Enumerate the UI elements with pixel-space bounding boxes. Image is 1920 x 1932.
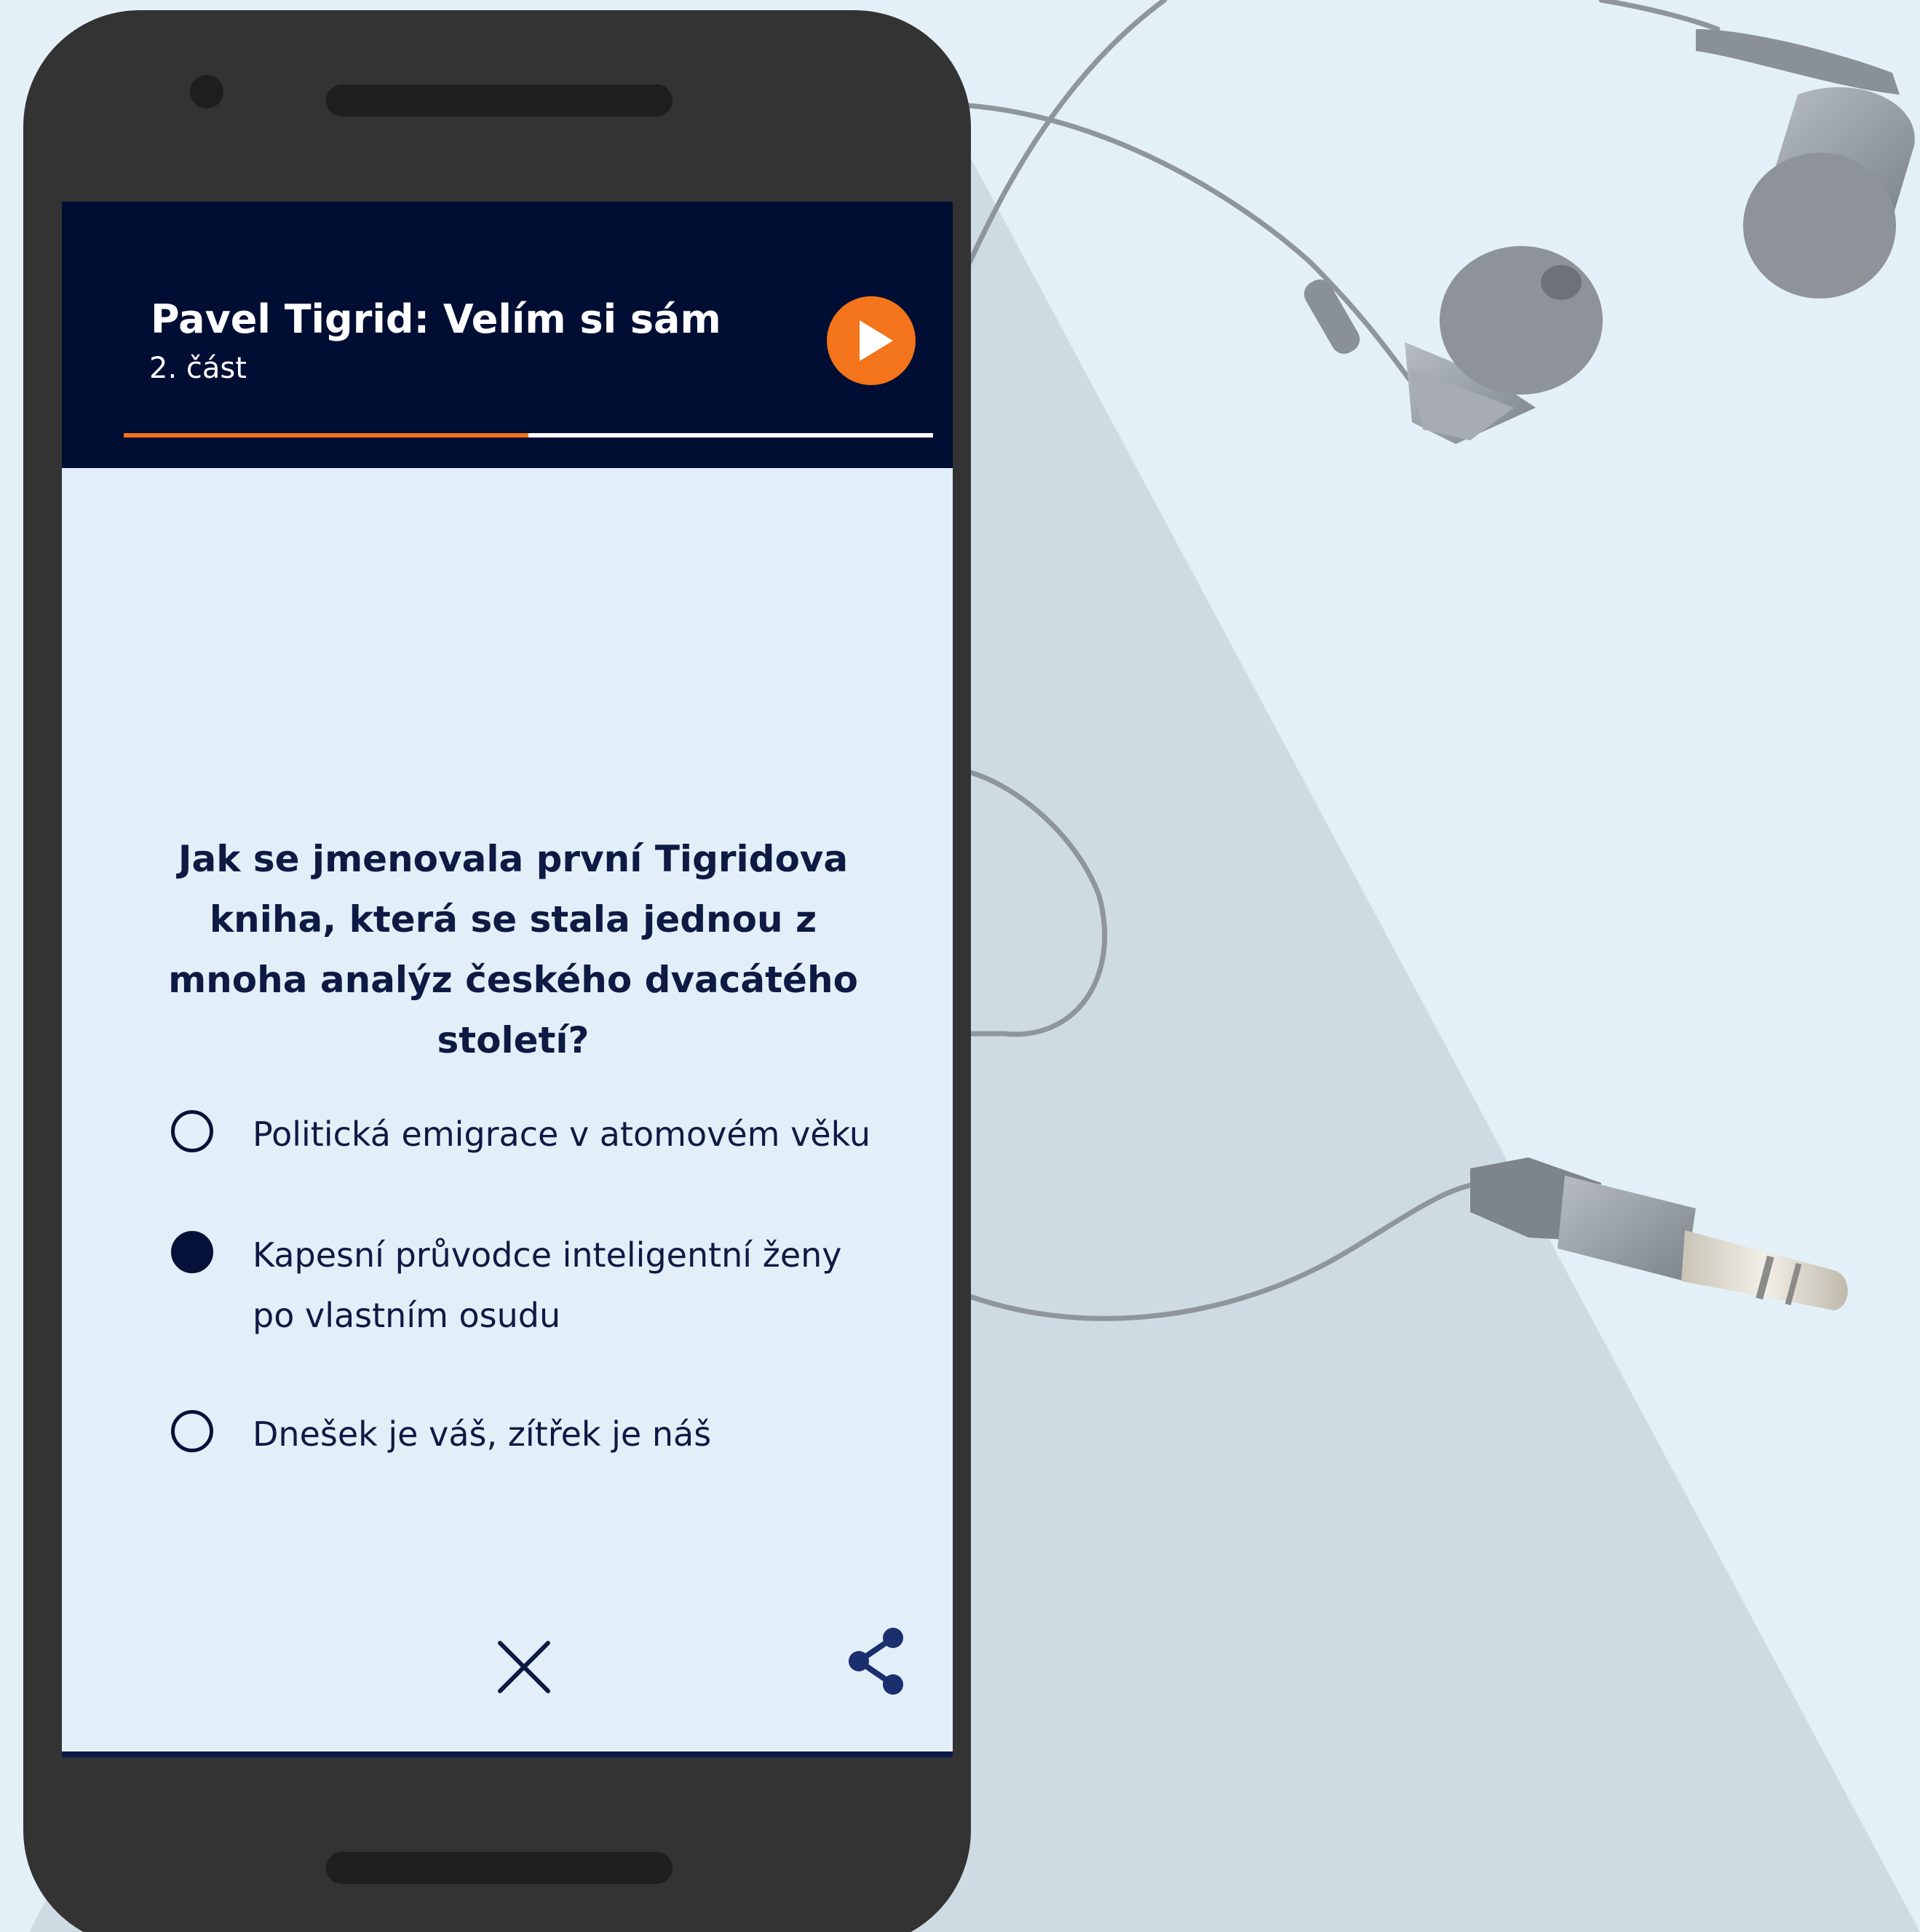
front-camera [190,75,223,108]
radio-button[interactable] [171,1410,213,1452]
progress-bar[interactable] [124,433,933,438]
earpiece-speaker [326,84,673,116]
close-icon [498,1641,550,1693]
quiz-question: Jak se jmenovala první Tigridova kniha, … [168,838,858,1061]
phone-screen: Pavel Tigrid: Velím si sám 2. část Jak s… [62,202,953,1757]
progress-fill [124,433,528,438]
share-button[interactable] [844,1625,913,1698]
episode-part: 2. část [149,352,247,385]
close-button[interactable] [491,1634,557,1700]
play-icon [860,320,893,361]
player-header: Pavel Tigrid: Velím si sám 2. část [62,202,953,468]
radio-button[interactable] [171,1110,213,1152]
quiz-option-label: Dnešek je váš, zítřek je náš [253,1414,712,1454]
earbud-left [1304,246,1603,444]
bottom-speaker [326,1852,673,1884]
earbud-right [1696,29,1915,298]
share-icon [849,1628,903,1695]
radio-button[interactable] [171,1231,213,1273]
app-stage: Pavel Tigrid: Velím si sám 2. část Jak s… [0,0,1920,1932]
phone-frame: Pavel Tigrid: Velím si sám 2. část Jak s… [23,10,971,1932]
quiz-option-label: Kapesní průvodce inteligentní ženy po vl… [253,1235,842,1335]
quiz-option-label: Politická emigrace v atomovém věku [253,1115,870,1154]
play-button[interactable] [827,296,916,385]
episode-title: Pavel Tigrid: Velím si sám [151,296,721,342]
